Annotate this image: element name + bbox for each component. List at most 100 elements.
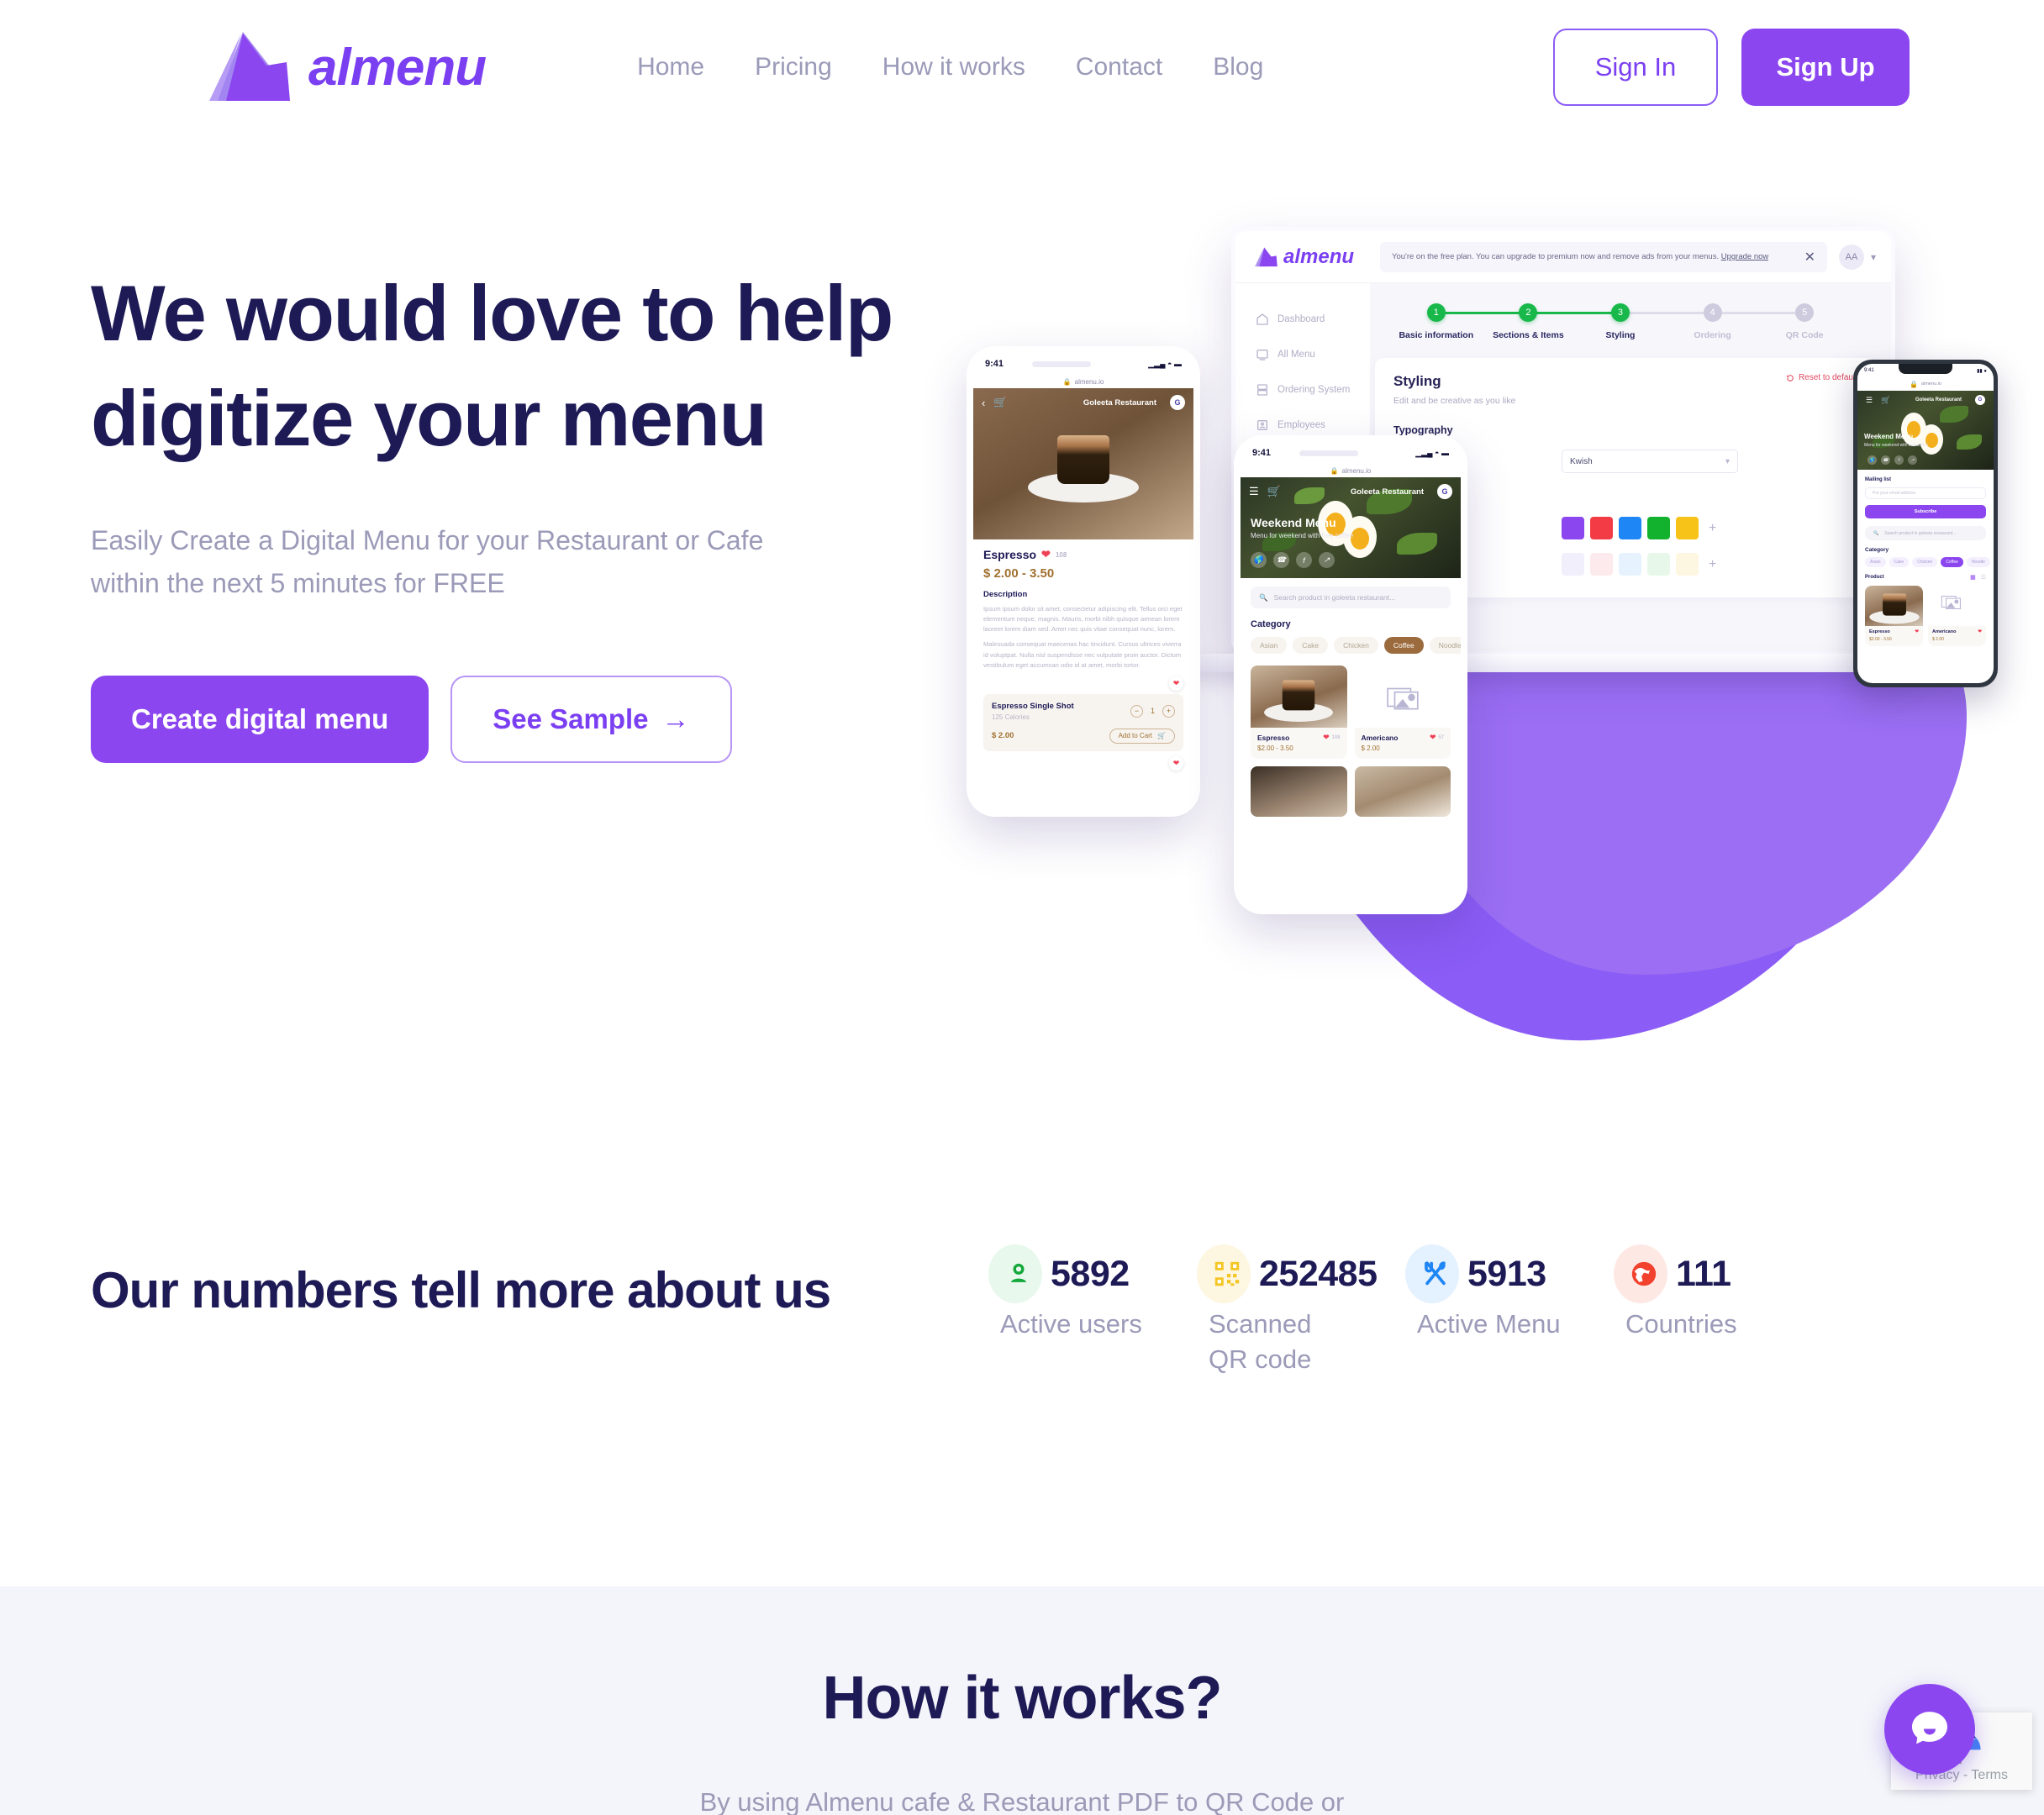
- cart-icon[interactable]: 🛒: [1881, 396, 1890, 405]
- close-icon[interactable]: ✕: [1804, 249, 1815, 266]
- wizard-step-basic-information[interactable]: 1 Basic information: [1390, 303, 1529, 341]
- nav-item-blog[interactable]: Blog: [1188, 53, 1288, 82]
- step-number: 4: [1703, 303, 1722, 322]
- wizard-step-styling[interactable]: 3 Styling: [1574, 303, 1713, 341]
- wizard-step-sections-items[interactable]: 2 Sections & Items: [1483, 303, 1620, 341]
- share-icon[interactable]: ↗: [1319, 552, 1335, 568]
- accent-swatch[interactable]: [1562, 517, 1584, 540]
- phone-icon[interactable]: ☎: [1881, 455, 1890, 465]
- address-bar[interactable]: 🔒 almenu.io: [1857, 377, 1994, 391]
- category-chip[interactable]: Cake: [1889, 557, 1910, 567]
- minus-icon[interactable]: −: [1130, 704, 1143, 718]
- sign-up-button[interactable]: Sign Up: [1741, 29, 1910, 106]
- chevron-down-icon[interactable]: ▾: [1871, 251, 1876, 263]
- facebook-icon[interactable]: f: [1296, 552, 1312, 568]
- quantity-stepper[interactable]: − 1 +: [1130, 704, 1175, 718]
- heart-icon[interactable]: ❤: [1169, 676, 1183, 691]
- avatar[interactable]: G: [1170, 395, 1185, 410]
- wizard-step-qr-code[interactable]: 5 QR Code: [1758, 303, 1851, 341]
- add-to-cart-button[interactable]: Add to Cart 🛒: [1109, 728, 1175, 744]
- nav-item-how-it-works[interactable]: How it works: [857, 53, 1051, 82]
- category-chip[interactable]: Cake: [1293, 637, 1329, 654]
- sidebar-item-dashboard[interactable]: Dashboard: [1235, 302, 1370, 337]
- see-sample-button[interactable]: See Sample →: [450, 676, 732, 764]
- chat-widget-button[interactable]: [1884, 1684, 1975, 1775]
- chevron-left-icon[interactable]: ‹: [982, 397, 985, 409]
- globe-icon[interactable]: 🌎: [1251, 552, 1267, 568]
- heart-icon[interactable]: ❤: [1323, 733, 1329, 742]
- upgrade-now-link[interactable]: Upgrade now: [1721, 252, 1769, 261]
- category-chip[interactable]: Chicken: [1334, 637, 1378, 654]
- address-bar[interactable]: 🔒 almenu.io: [973, 375, 1193, 388]
- background-swatch[interactable]: [1647, 553, 1670, 576]
- facebook-icon[interactable]: f: [1894, 455, 1904, 465]
- hamburger-icon[interactable]: ☰: [1866, 396, 1873, 405]
- sidebar-item-ordering-system[interactable]: Ordering System: [1235, 372, 1370, 408]
- background-swatch[interactable]: [1619, 553, 1641, 576]
- nav-item-contact[interactable]: Contact: [1051, 53, 1188, 82]
- avatar[interactable]: G: [1437, 484, 1452, 499]
- accent-swatch[interactable]: [1676, 517, 1699, 540]
- accent-swatch[interactable]: [1647, 517, 1670, 540]
- accent-swatch[interactable]: [1590, 517, 1613, 540]
- search-input[interactable]: 🔍 Search product in goleeta restaurant..…: [1865, 526, 1986, 540]
- banner-subtitle: Menu for weekend with free coffee: [1864, 443, 1929, 448]
- restaurant-name: Goleeta Restaurant: [1083, 397, 1156, 408]
- address-bar[interactable]: 🔒 almenu.io: [1241, 464, 1461, 477]
- globe-icon[interactable]: 🌎: [1868, 455, 1877, 465]
- nav-item-pricing[interactable]: Pricing: [730, 53, 857, 82]
- category-chip-active[interactable]: Coffee: [1941, 557, 1963, 567]
- add-to-cart-label: Add to Cart: [1118, 732, 1153, 740]
- background-swatch[interactable]: [1590, 553, 1613, 576]
- heart-icon[interactable]: ❤: [1915, 629, 1919, 634]
- cart-icon[interactable]: 🛒: [1267, 485, 1281, 498]
- search-input[interactable]: 🔍 Search product in goleeta restaurant..…: [1251, 587, 1451, 608]
- plus-icon[interactable]: +: [1709, 557, 1716, 572]
- subscribe-button[interactable]: Subscribe: [1865, 505, 1986, 518]
- nav-item-home[interactable]: Home: [612, 53, 730, 82]
- reset-label: Reset to default: [1798, 373, 1857, 383]
- product-card[interactable]: [1354, 766, 1451, 817]
- heart-icon[interactable]: ❤: [1041, 548, 1051, 561]
- product-card[interactable]: Espresso ❤ 108 $2.00 - 3.50: [1251, 666, 1347, 759]
- product-price: $ 2.00 - 3.50: [983, 566, 1055, 581]
- share-icon[interactable]: ↗: [1908, 455, 1917, 465]
- sidebar-item-label: Employees: [1278, 420, 1325, 430]
- product-card[interactable]: Americano ❤ $ 2.00: [1928, 586, 1986, 646]
- grid-view-icon[interactable]: ▦: [1970, 574, 1976, 581]
- brand-name: almenu: [308, 38, 487, 97]
- category-chip[interactable]: Chicken: [1912, 557, 1938, 567]
- category-chip[interactable]: Noodle: [1966, 557, 1990, 567]
- sign-in-button[interactable]: Sign In: [1553, 29, 1718, 106]
- background-swatch[interactable]: [1676, 553, 1699, 576]
- hamburger-icon[interactable]: ☰: [1249, 485, 1259, 498]
- plus-icon[interactable]: +: [1162, 704, 1175, 718]
- accent-swatch[interactable]: [1619, 517, 1641, 540]
- product-name: Americano: [1361, 733, 1399, 742]
- reset-to-default-button[interactable]: Reset to default: [1786, 373, 1857, 382]
- sidebar-item-all-menu[interactable]: All Menu: [1235, 337, 1370, 372]
- variant-calories: 125 Calories: [992, 713, 1030, 721]
- category-chip[interactable]: Asian: [1251, 637, 1288, 654]
- cart-icon[interactable]: 🛒: [993, 396, 1007, 409]
- phone-icon[interactable]: ☎: [1273, 552, 1289, 568]
- create-digital-menu-button[interactable]: Create digital menu: [91, 676, 429, 764]
- category-chip-active[interactable]: Coffee: [1383, 637, 1424, 654]
- category-chip[interactable]: Noodle: [1429, 637, 1461, 654]
- brand-logo[interactable]: almenu: [206, 30, 487, 104]
- background-swatch[interactable]: [1562, 553, 1584, 576]
- product-card[interactable]: Americano ❤ 57 $ 2.00: [1354, 666, 1451, 759]
- category-chip[interactable]: Asian: [1865, 557, 1886, 567]
- wizard-step-ordering[interactable]: 4 Ordering: [1667, 303, 1805, 341]
- product-card[interactable]: Espresso ❤ $2.00 - 3.50: [1865, 586, 1923, 646]
- heart-icon[interactable]: ❤: [1430, 733, 1436, 742]
- plus-icon[interactable]: +: [1709, 521, 1716, 536]
- list-view-icon[interactable]: ☰: [1981, 574, 1986, 581]
- avatar[interactable]: AA: [1838, 244, 1864, 270]
- heart-icon[interactable]: ❤: [1169, 755, 1183, 771]
- email-field[interactable]: Put your email address: [1865, 487, 1986, 499]
- avatar[interactable]: G: [1975, 395, 1985, 405]
- heart-icon[interactable]: ❤: [1978, 629, 1982, 634]
- menu-font-select[interactable]: Kwish ▾: [1562, 450, 1738, 474]
- product-card[interactable]: [1251, 766, 1347, 817]
